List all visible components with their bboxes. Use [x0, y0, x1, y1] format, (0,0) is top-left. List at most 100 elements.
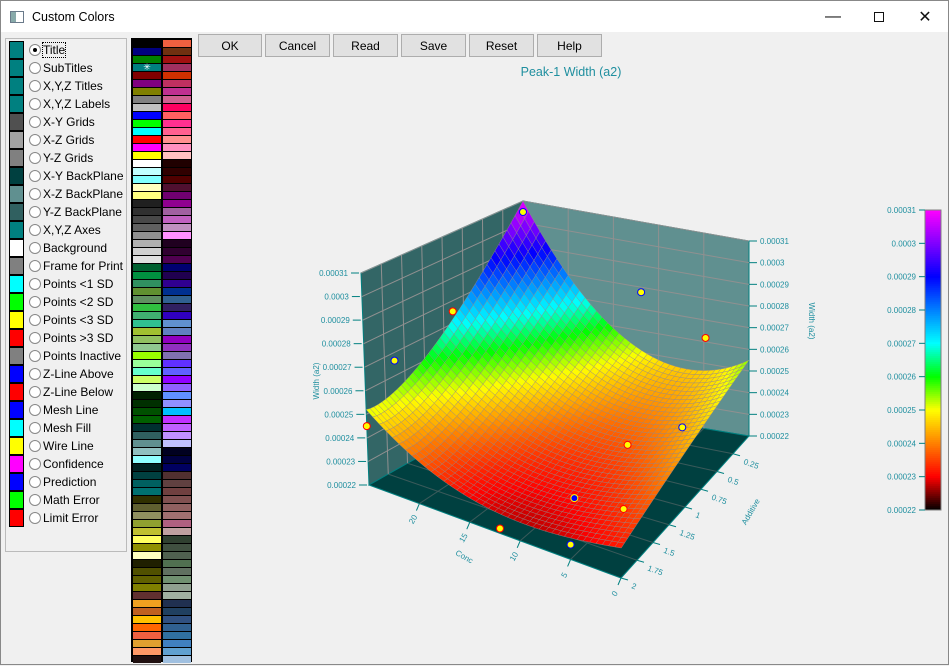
color-bar-segment	[925, 324, 941, 327]
color-bar-segment	[925, 384, 941, 387]
read-button[interactable]: Read	[333, 34, 398, 57]
color-bar-segment	[925, 418, 941, 421]
color-bar-segment	[925, 276, 941, 279]
color-bar-tick-label: 0.00022	[887, 506, 916, 515]
color-bar-segment	[925, 366, 941, 369]
additive-axis-title: Additive	[740, 497, 762, 527]
color-bar-segment	[925, 368, 941, 371]
color-bar-segment	[925, 268, 941, 271]
color-bar-segment	[925, 356, 941, 359]
data-point	[678, 423, 687, 432]
z-tick-label-left: 0.0003	[324, 293, 349, 302]
additive-tick	[652, 542, 661, 545]
conc-tick-label: 5	[559, 570, 569, 579]
reset-button[interactable]: Reset	[469, 34, 534, 57]
color-bar-segment	[925, 280, 941, 283]
maximize-button[interactable]	[856, 1, 902, 32]
data-point	[701, 333, 710, 342]
color-bar-segment	[925, 382, 941, 385]
color-bar-tick-label: 0.00023	[887, 473, 916, 482]
color-bar-segment	[925, 246, 941, 249]
color-bar-segment	[925, 492, 941, 495]
color-bar-segment	[925, 358, 941, 361]
color-bar-segment	[925, 212, 941, 215]
color-bar-segment	[925, 458, 941, 461]
color-bar-segment	[925, 456, 941, 459]
color-bar-segment	[925, 270, 941, 273]
app-icon	[10, 10, 24, 23]
color-bar-segment	[925, 262, 941, 265]
color-bar-segment	[925, 482, 941, 485]
color-bar-segment	[925, 288, 941, 291]
color-bar-segment	[925, 254, 941, 257]
color-bar-segment	[925, 218, 941, 221]
help-button[interactable]: Help	[537, 34, 602, 57]
z-tick-label-left: 0.00026	[324, 387, 353, 396]
cancel-button[interactable]: Cancel	[265, 34, 330, 57]
additive-tick	[636, 559, 645, 563]
color-bar-tick-label: 0.0003	[892, 239, 917, 248]
additive-tick-label: 0.75	[710, 493, 728, 507]
color-bar-segment	[925, 330, 941, 333]
color-bar-segment	[925, 420, 941, 423]
conc-tick	[415, 503, 420, 511]
color-bar-segment	[925, 472, 941, 475]
color-bar-segment	[925, 378, 941, 381]
color-bar	[925, 210, 941, 511]
color-bar-segment	[925, 248, 941, 251]
color-bar-segment	[925, 318, 941, 321]
color-bar-segment	[925, 286, 941, 289]
color-bar-segment	[925, 228, 941, 231]
color-bar-segment	[925, 370, 941, 373]
data-point	[362, 422, 371, 431]
color-bar-segment	[925, 298, 941, 301]
color-bar-segment	[925, 354, 941, 357]
color-bar-segment	[925, 450, 941, 453]
color-bar-segment	[925, 308, 941, 311]
color-bar-segment	[925, 350, 941, 353]
z-tick-label-right: 0.00023	[760, 410, 789, 419]
additive-tick-label: 1.75	[646, 564, 664, 578]
z-tick-label-right: 0.00027	[760, 324, 789, 333]
color-bar-segment	[925, 494, 941, 497]
color-bar-segment	[925, 302, 941, 305]
color-bar-segment	[925, 372, 941, 375]
conc-tick-label: 10	[508, 550, 521, 563]
minimize-button[interactable]: —	[810, 1, 856, 32]
data-point	[519, 207, 527, 216]
close-button[interactable]: ✕	[902, 1, 948, 32]
additive-tick-label: 1.5	[662, 546, 676, 558]
color-bar-segment	[925, 440, 941, 443]
color-bar-segment	[925, 446, 941, 449]
color-bar-segment	[925, 398, 941, 401]
color-bar-segment	[925, 216, 941, 219]
color-bar-segment	[925, 438, 941, 441]
additive-tick	[620, 577, 629, 581]
color-bar-tick-label: 0.00025	[887, 406, 916, 415]
color-bar-segment	[925, 300, 941, 303]
save-button[interactable]: Save	[401, 34, 466, 57]
color-bar-segment	[925, 464, 941, 467]
z-tick-label-left: 0.00023	[326, 457, 355, 466]
color-bar-segment	[925, 320, 941, 323]
conc-tick	[617, 577, 622, 586]
color-bar-segment	[925, 436, 941, 439]
ok-button[interactable]: OK	[198, 34, 262, 57]
color-bar-segment	[925, 478, 941, 481]
color-bar-segment	[925, 386, 941, 389]
color-bar-segment	[925, 236, 941, 239]
color-bar-segment	[925, 502, 941, 505]
color-bar-segment	[925, 454, 941, 457]
color-bar-segment	[925, 258, 941, 261]
color-bar-segment	[925, 264, 941, 267]
color-bar-segment	[925, 260, 941, 263]
minimize-icon: —	[825, 7, 841, 25]
color-bar-segment	[925, 238, 941, 241]
color-bar-segment	[925, 316, 941, 319]
data-point	[448, 307, 457, 316]
color-bar-segment	[925, 408, 941, 411]
maximize-icon	[874, 11, 884, 22]
color-bar-tick-label: 0.00024	[887, 439, 916, 448]
z-tick-label-right: 0.00028	[760, 302, 789, 311]
color-bar-segment	[925, 222, 941, 225]
